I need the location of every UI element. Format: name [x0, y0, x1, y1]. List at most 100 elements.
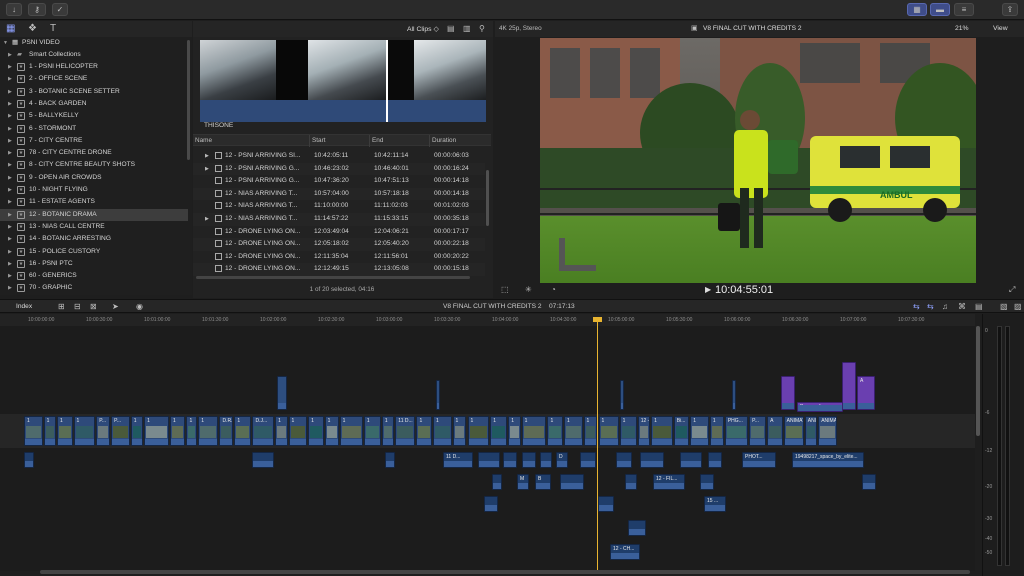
audio-clip[interactable] [560, 474, 584, 490]
video-clip[interactable]: 1 [198, 416, 219, 446]
keywords-button[interactable]: ⚷ [28, 3, 46, 16]
filmstrip-icon[interactable]: ▥ [463, 25, 471, 33]
event-item[interactable]: ▶ ★ 2 - OFFICE SCENE [0, 73, 188, 85]
video-clip[interactable]: ANIMAT... [783, 416, 804, 446]
disclosure-triangle-icon[interactable]: ▶ [8, 147, 12, 159]
disclosure-triangle-icon[interactable]: ▶ [205, 213, 209, 226]
video-clip[interactable] [732, 380, 736, 410]
audio-skimming-icon[interactable]: ⇆ [927, 303, 934, 311]
clip-insert-icon[interactable]: ⊟ [74, 303, 81, 311]
audio-clip[interactable] [503, 452, 517, 468]
audio-clip[interactable] [540, 452, 552, 468]
skimming-icon[interactable]: ⇆ [913, 303, 920, 311]
title-clip[interactable] [781, 376, 795, 410]
library-row[interactable]: ▼ ▦ PSNI VIDEO [0, 37, 188, 49]
video-clip[interactable]: 1 [144, 416, 169, 446]
audio-clip[interactable] [492, 474, 502, 490]
audio-clip[interactable] [484, 496, 498, 512]
disclosure-triangle-icon[interactable]: ▼ [3, 37, 8, 49]
audio-clip[interactable] [616, 452, 632, 468]
clip-row[interactable]: ▶ 12 - NIAS ARRIVING T... 11:14:57:22 11:15… [193, 213, 485, 226]
video-clip[interactable]: 1 [583, 416, 598, 446]
share-button[interactable]: ⇪ [1002, 3, 1018, 16]
video-clip[interactable]: 1 [709, 416, 724, 446]
video-clip[interactable]: P... [111, 416, 130, 446]
audio-clip[interactable] [625, 474, 637, 490]
disclosure-triangle-icon[interactable]: ▶ [8, 49, 12, 61]
timeline-toggle-button[interactable]: ▬ [930, 3, 950, 16]
filmstrip-clip[interactable] [200, 40, 486, 122]
clip-row[interactable]: 12 - NIAS ARRIVING T... 10:57:04:00 10:57:… [193, 187, 485, 201]
video-clip[interactable]: 12 - P... [637, 416, 651, 446]
video-clip[interactable] [436, 380, 440, 410]
smart-collections-row[interactable]: ▶ ▰ Smart Collections [0, 49, 188, 61]
video-clip[interactable]: 1 [508, 416, 521, 446]
title-clip[interactable] [842, 362, 856, 410]
event-item[interactable]: ▶ ★ 14 - BOTANIC ARRESTING [0, 233, 188, 245]
col-duration[interactable]: Duration [432, 137, 456, 144]
event-item[interactable]: ▶ ★ 5 - BALLYKELLY [0, 110, 188, 122]
timeline-vertical-scrollbar[interactable] [976, 326, 980, 436]
event-item[interactable]: ▶ ★ 1 - PSNI HELICOPTER [0, 61, 188, 73]
snapping-icon[interactable]: ◉ [136, 303, 143, 311]
video-clip[interactable]: 1 [186, 416, 198, 446]
headphones-icon[interactable]: ♫ [942, 303, 948, 311]
disclosure-triangle-icon[interactable]: ▶ [8, 221, 12, 233]
video-clip[interactable]: Bi... [673, 416, 690, 446]
video-clip[interactable]: ANIMAT... [818, 416, 837, 446]
video-clip[interactable]: 1 [169, 416, 186, 446]
video-clip[interactable] [620, 380, 624, 410]
timeline-area[interactable]: 1111P...P...11111D.R.O...1D.J...11111111… [0, 326, 975, 571]
disclosure-triangle-icon[interactable]: ▶ [8, 270, 12, 282]
event-item[interactable]: ▶ ★ 60 - GENERICS [0, 270, 188, 282]
event-item[interactable]: ▶ ★ 11 - ESTATE AGENTS [0, 196, 188, 208]
video-clip[interactable]: 1 [381, 416, 395, 446]
event-item[interactable]: ▶ ★ 4 - BACK GARDEN [0, 98, 188, 110]
video-clip[interactable]: P... [96, 416, 111, 446]
background-tasks-button[interactable]: ✓ [52, 3, 68, 16]
audio-clip[interactable] [478, 452, 500, 468]
disclosure-triangle-icon[interactable]: ▶ [8, 209, 12, 221]
audio-clip[interactable] [24, 452, 34, 468]
zoom-menu[interactable]: 21% [955, 25, 969, 32]
video-clip[interactable]: 1 [467, 416, 490, 446]
photos-icon[interactable]: ❖ [28, 24, 37, 34]
effects-icon[interactable]: ✳ [525, 286, 532, 294]
disclosure-triangle-icon[interactable]: ▶ [8, 123, 12, 135]
audio-clip[interactable]: M [517, 474, 529, 490]
inspector-toggle-button[interactable]: ≡ [954, 3, 974, 16]
audio-clip[interactable] [680, 452, 702, 468]
disclosure-triangle-icon[interactable]: ▶ [8, 86, 12, 98]
view-menu[interactable]: View [993, 25, 1008, 32]
video-clip[interactable]: A [767, 416, 783, 446]
snap-icon[interactable]: ⌘ [958, 303, 966, 311]
disclosure-triangle-icon[interactable]: ▶ [8, 246, 12, 258]
disclosure-triangle-icon[interactable]: ▶ [8, 98, 12, 110]
clip-row[interactable]: 12 - DRONE LYING ON... 12:11:35:04 12:11:5… [193, 251, 485, 264]
video-clip[interactable]: P... [749, 416, 767, 446]
clip-row[interactable]: ▶ 12 - PSNI ARRIVING SI... 10:42:05:11 10:4… [193, 150, 485, 163]
video-clip[interactable]: 1 [234, 416, 252, 446]
import-button[interactable]: ↓ [6, 3, 22, 16]
video-clip[interactable]: 11 D... [395, 416, 416, 446]
event-item[interactable]: ▶ ★ 78 - CITY CENTRE DRONE [0, 147, 188, 159]
fullscreen-icon[interactable]: ⤢ [1009, 286, 1015, 294]
disclosure-triangle-icon[interactable]: ▶ [8, 135, 12, 147]
video-clip[interactable] [277, 376, 287, 410]
clip-row[interactable]: 12 - PSNI ARRIVING G... 10:47:36:20 10:47:… [193, 175, 485, 188]
video-clip[interactable]: 1 [598, 416, 619, 446]
audio-clip[interactable] [385, 452, 395, 468]
col-name[interactable]: Name [195, 137, 212, 144]
timeline-ruler[interactable]: 10:00:00:00 10:00:30:00 10:01:00:00 10:01:3… [0, 314, 975, 326]
video-clip[interactable]: D.J... [252, 416, 275, 446]
clip-row[interactable]: 12 - NIAS ARRIVING T... 11:10:00:00 11:11:… [193, 200, 485, 213]
disclosure-triangle-icon[interactable]: ▶ [8, 61, 12, 73]
video-clip[interactable]: 1 [308, 416, 324, 446]
video-clip[interactable]: D.R.O... [219, 416, 234, 446]
clip-row[interactable]: 12 - DRONE LYING ON... 12:03:49:04 12:04:0… [193, 226, 485, 239]
disclosure-triangle-icon[interactable]: ▶ [8, 73, 12, 85]
video-clip[interactable]: 1 [275, 416, 288, 446]
video-clip[interactable]: 1 [24, 416, 43, 446]
video-clip[interactable]: 1 [690, 416, 709, 446]
event-item[interactable]: ▶ ★ 12 - BOTANIC DRAMA [0, 208, 188, 221]
